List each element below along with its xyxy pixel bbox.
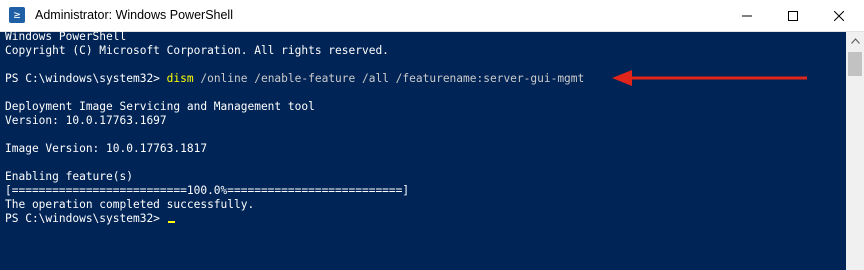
- console-line-copyright: Copyright (C) Microsoft Corporation. All…: [5, 44, 389, 57]
- prompt: PS C:\windows\system32>: [5, 212, 167, 225]
- console-progress-bar: [==========================100.0%=======…: [5, 184, 410, 197]
- powershell-window: ≥ Administrator: Windows PowerShell Wind…: [0, 0, 864, 270]
- console-line-success: The operation completed successfully.: [5, 198, 255, 211]
- window-title: Administrator: Windows PowerShell: [35, 8, 233, 22]
- maximize-button[interactable]: [770, 0, 816, 31]
- maximize-icon: [788, 10, 798, 21]
- vertical-scrollbar[interactable]: [846, 32, 864, 270]
- console-line-version: Version: 10.0.17763.1697: [5, 114, 167, 127]
- console-line-header: Windows PowerShell: [5, 30, 127, 43]
- command-arguments: /online /enable-feature /all /featurenam…: [193, 72, 585, 85]
- close-icon: [834, 10, 844, 21]
- powershell-app-icon[interactable]: ≥: [9, 7, 25, 23]
- scrollbar-thumb[interactable]: [848, 52, 862, 76]
- console-line-tool: Deployment Image Servicing and Managemen…: [5, 100, 315, 113]
- minimize-icon: [742, 15, 752, 16]
- command-name: dism: [166, 72, 194, 85]
- prompt: PS C:\windows\system32>: [5, 72, 167, 85]
- console-line-command: PS C:\windows\system32> dism /online /en…: [5, 72, 584, 86]
- scroll-up-button[interactable]: [846, 32, 864, 50]
- annotation-arrow-icon: [612, 70, 807, 86]
- minimize-button[interactable]: [724, 0, 770, 31]
- console-line-image-version: Image Version: 10.0.17763.1817: [5, 142, 208, 155]
- text-cursor: [167, 221, 175, 223]
- close-button[interactable]: [816, 0, 862, 31]
- console-line-enabling: Enabling feature(s): [5, 170, 133, 183]
- title-bar[interactable]: ≥ Administrator: Windows PowerShell: [0, 0, 864, 32]
- chevron-up-icon: [850, 38, 860, 44]
- console-line-prompt[interactable]: PS C:\windows\system32>: [5, 212, 175, 226]
